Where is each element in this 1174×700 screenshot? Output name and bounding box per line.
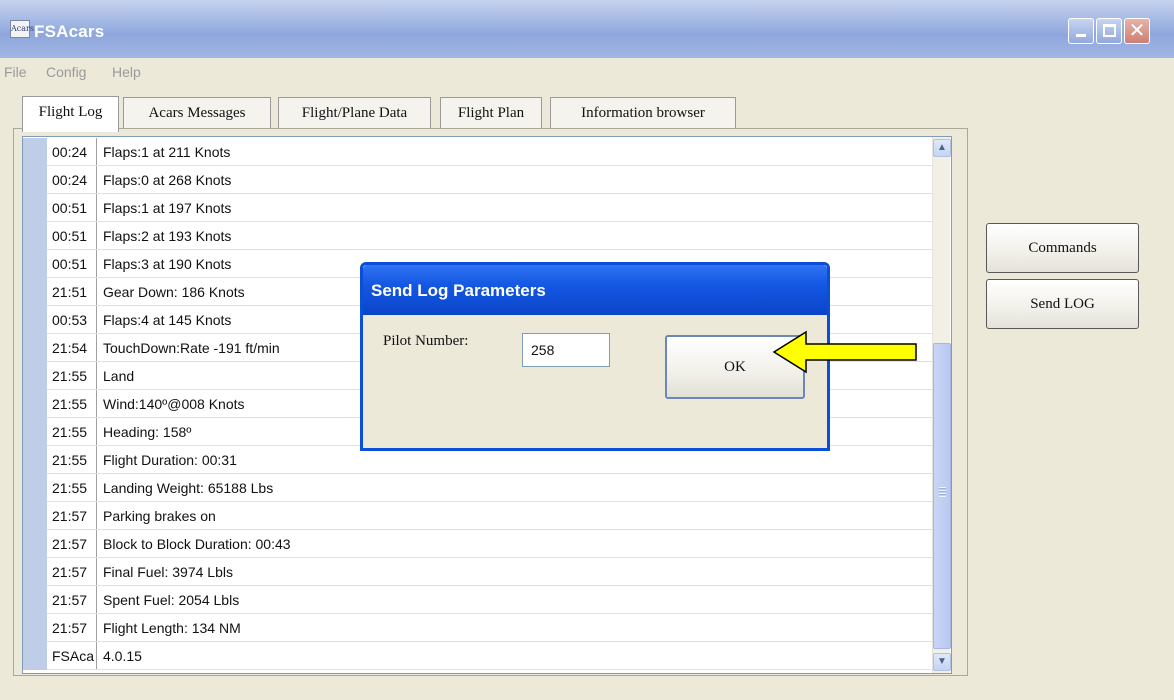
log-message: Final Fuel: 3974 Lbls (103, 564, 233, 580)
row-gutter (23, 642, 47, 670)
tab-acars-messages[interactable]: Acars Messages (123, 97, 271, 129)
log-row[interactable]: 21:57 Final Fuel: 3974 Lbls (23, 558, 933, 586)
send-log-dialog: Send Log Parameters Pilot Number: OK (360, 262, 830, 451)
vertical-scrollbar[interactable]: ▲ ▼ (932, 137, 951, 673)
scroll-up-button[interactable]: ▲ (933, 139, 951, 157)
commands-button[interactable]: Commands (986, 223, 1139, 273)
menu-file[interactable]: File (4, 64, 27, 80)
log-row[interactable]: FSAca 4.0.15 (23, 642, 933, 670)
row-gutter (23, 166, 47, 194)
log-row[interactable]: 21:57 Parking brakes on (23, 502, 933, 530)
log-message: Flight Length: 134 NM (103, 620, 241, 636)
pilot-number-input[interactable] (522, 333, 610, 367)
row-gutter (23, 194, 47, 222)
row-gutter (23, 530, 47, 558)
log-time: 21:55 (47, 474, 97, 502)
row-gutter (23, 614, 47, 642)
log-message: 4.0.15 (103, 648, 142, 664)
log-row[interactable]: 00:24 Flaps:0 at 268 Knots (23, 166, 933, 194)
maximize-button[interactable] (1096, 18, 1122, 44)
log-row[interactable]: 21:57 Flight Length: 134 NM (23, 614, 933, 642)
log-time: 21:51 (47, 278, 97, 306)
log-time: 21:55 (47, 446, 97, 474)
log-message: Landing Weight: 65188 Lbs (103, 480, 274, 496)
pilot-number-label: Pilot Number: (383, 333, 469, 349)
log-time: 21:57 (47, 558, 97, 586)
log-time: 00:24 (47, 166, 97, 194)
log-time: FSAca (47, 642, 97, 670)
log-time: 00:51 (47, 194, 97, 222)
log-time: 21:57 (47, 502, 97, 530)
log-message: Parking brakes on (103, 508, 216, 524)
minimize-button[interactable] (1068, 18, 1094, 44)
row-gutter (23, 334, 47, 362)
row-gutter (23, 278, 47, 306)
log-time: 00:51 (47, 250, 97, 278)
log-time: 21:57 (47, 586, 97, 614)
grip-icon (939, 487, 946, 497)
menu-help[interactable]: Help (112, 64, 141, 80)
row-gutter (23, 502, 47, 530)
log-row[interactable]: 21:57 Spent Fuel: 2054 Lbls (23, 586, 933, 614)
row-gutter (23, 418, 47, 446)
window-title: FSAcars (34, 22, 105, 41)
row-gutter (23, 446, 47, 474)
log-time: 21:55 (47, 362, 97, 390)
log-time: 00:53 (47, 306, 97, 334)
row-gutter (23, 390, 47, 418)
tab-flight-plane-data[interactable]: Flight/Plane Data (278, 97, 431, 129)
log-time: 00:24 (47, 138, 97, 166)
row-gutter (23, 474, 47, 502)
menu-bar: File Config Help (0, 58, 1174, 86)
log-time: 21:54 (47, 334, 97, 362)
maximize-icon (1103, 24, 1116, 37)
scroll-down-button[interactable]: ▼ (933, 653, 951, 671)
log-row[interactable]: 00:24 Flaps:1 at 211 Knots (23, 138, 933, 166)
log-time: 21:55 (47, 418, 97, 446)
tab-flight-log[interactable]: Flight Log (22, 96, 119, 132)
menu-config[interactable]: Config (46, 64, 86, 80)
log-row[interactable]: 00:51 Flaps:2 at 193 Knots (23, 222, 933, 250)
log-row[interactable]: 21:55 Landing Weight: 65188 Lbs (23, 474, 933, 502)
minimize-icon (1076, 34, 1086, 37)
log-time: 21:55 (47, 390, 97, 418)
log-message: Flaps:2 at 193 Knots (103, 228, 232, 244)
dialog-title-bar[interactable]: Send Log Parameters (363, 265, 827, 315)
dialog-title: Send Log Parameters (371, 281, 546, 300)
row-gutter (23, 362, 47, 390)
row-gutter (23, 222, 47, 250)
scroll-thumb[interactable] (933, 343, 951, 649)
title-bar[interactable]: Acars FSAcars ✕ (0, 0, 1174, 58)
log-time: 00:51 (47, 222, 97, 250)
log-message: Flaps:1 at 211 Knots (103, 144, 231, 160)
log-time: 21:57 (47, 614, 97, 642)
arrow-icon (772, 330, 917, 374)
row-gutter (23, 138, 47, 166)
tab-information-browser[interactable]: Information browser (550, 97, 736, 129)
row-gutter (23, 306, 47, 334)
app-icon: Acars (10, 20, 34, 38)
log-message: Flaps:1 at 197 Knots (103, 200, 232, 216)
row-gutter (23, 250, 47, 278)
row-divider (47, 669, 933, 670)
row-gutter (23, 558, 47, 586)
log-row[interactable]: 00:51 Flaps:1 at 197 Knots (23, 194, 933, 222)
close-button[interactable]: ✕ (1124, 18, 1150, 44)
row-gutter (23, 586, 47, 614)
log-message: Block to Block Duration: 00:43 (103, 536, 291, 552)
log-row[interactable]: 21:57 Block to Block Duration: 00:43 (23, 530, 933, 558)
tab-flight-plan[interactable]: Flight Plan (440, 97, 542, 129)
log-message: Spent Fuel: 2054 Lbls (103, 592, 240, 608)
close-icon: ✕ (1128, 20, 1146, 42)
send-log-button[interactable]: Send LOG (986, 279, 1139, 329)
log-message: Flaps:0 at 268 Knots (103, 172, 232, 188)
log-time: 21:57 (47, 530, 97, 558)
